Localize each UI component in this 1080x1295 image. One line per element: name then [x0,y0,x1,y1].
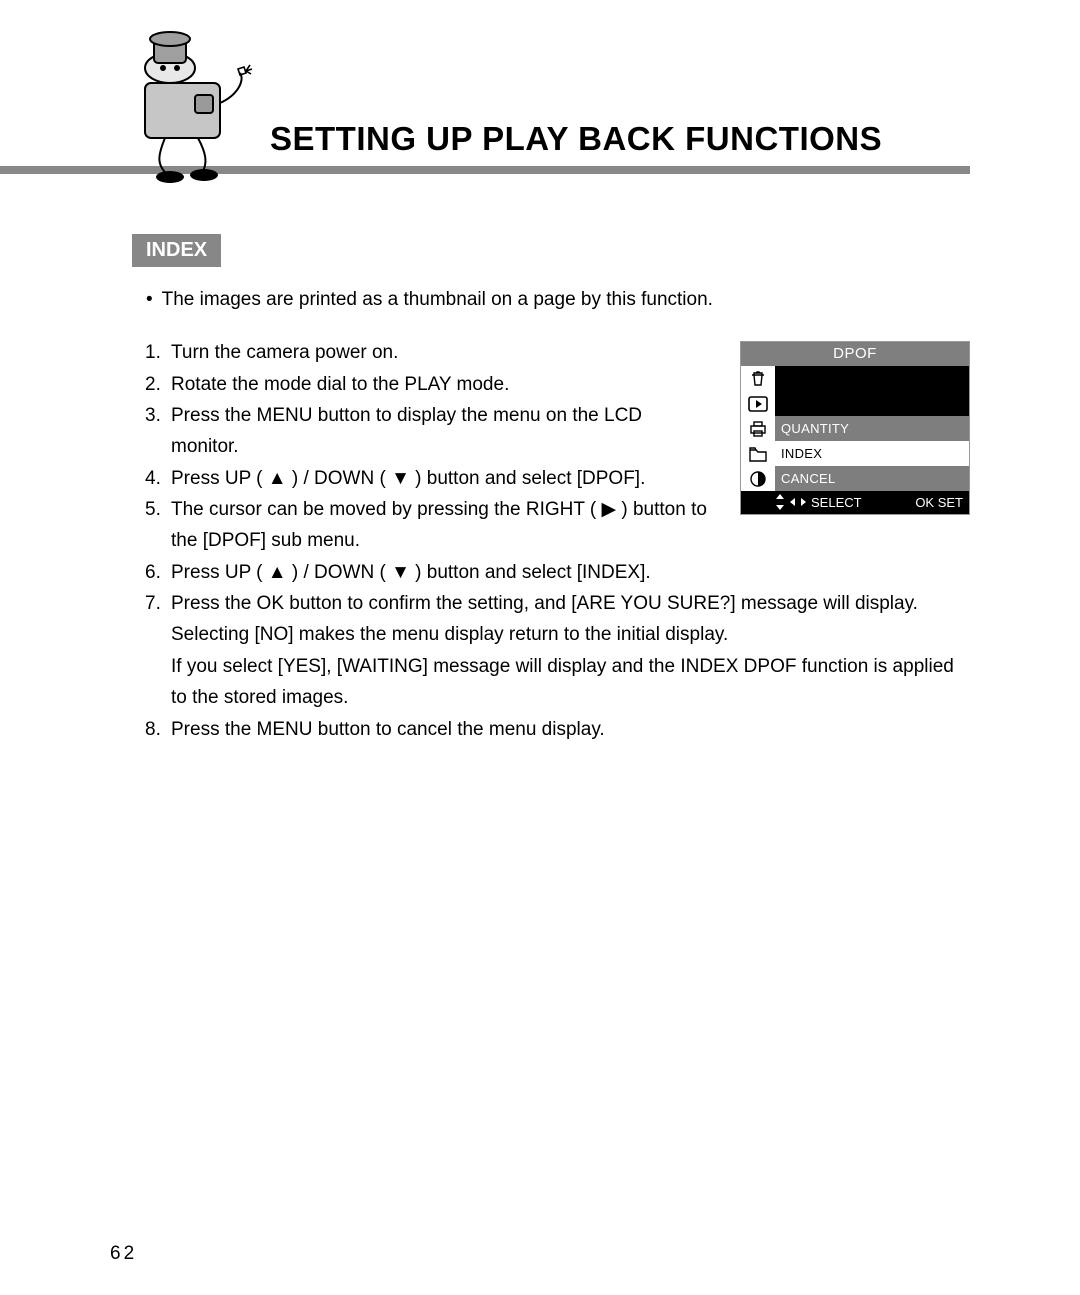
updown-arrows-icon [775,494,785,510]
section-badge: INDEX [132,234,221,267]
lcd-menu: QUANTITY INDEX CANCEL [775,366,969,491]
page-title: SETTING UP PLAY BACK FUNCTIONS [270,120,970,158]
step-text: Press UP ( ▲ ) / DOWN ( ▼ ) button and s… [171,463,710,494]
lcd-menu-row: QUANTITY [775,416,969,441]
lcd-menu-row: CANCEL [775,466,969,491]
step-text: Press UP ( ▲ ) / DOWN ( ▼ ) button and s… [171,557,710,588]
lcd-icon-column [741,366,775,491]
lcd-menu-row [775,391,969,416]
lcd-footer-set: OK SET [915,495,963,510]
lcd-title: DPOF [741,342,969,366]
leftright-arrows-icon [790,497,806,507]
step-text: Turn the camera power on. [171,337,710,368]
step-text: Press the MENU button to cancel the menu… [171,714,970,745]
lcd-menu-row-selected: INDEX [775,441,969,466]
intro-text: The images are printed as a thumbnail on… [162,289,713,310]
print-icon [741,416,775,441]
lcd-footer: SELECT OK SET [741,491,969,514]
step-text: Press the MENU button to display the men… [171,400,710,463]
step-text: If you select [YES], [WAITING] message w… [171,651,970,714]
trash-icon [741,366,775,391]
page-header: SETTING UP PLAY BACK FUNCTIONS [110,35,970,174]
folder-icon [741,441,775,466]
step-text: Rotate the mode dial to the PLAY mode. [171,369,710,400]
step-text: Press the OK button to confirm the setti… [171,588,970,651]
page-number: 62 [110,1243,137,1265]
lcd-preview: DPOF [740,341,970,515]
step-text: The cursor can be moved by pressing the … [171,494,710,557]
mascot-illustration [110,25,260,185]
lcd-footer-select: SELECT [811,495,862,510]
steps-list: 1.Turn the camera power on. 2.Rotate the… [145,337,710,588]
play-mode-icon [741,391,775,416]
steps-list-continued: 7.Press the OK button to confirm the set… [145,588,970,745]
intro-bullet: • The images are printed as a thumbnail … [146,285,970,315]
bullet-icon: • [146,289,153,310]
lcd-menu-row [775,366,969,391]
contrast-icon [741,466,775,491]
